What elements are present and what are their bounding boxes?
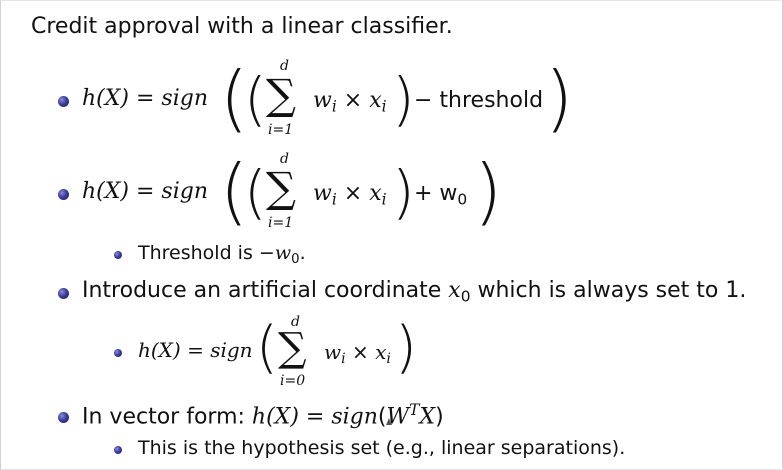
bullet-vector-form xyxy=(58,412,69,423)
eq1-lhs: h(X) = sign xyxy=(82,86,208,111)
eq1-inner-close-paren: ) xyxy=(392,65,415,133)
bullet-eq1 xyxy=(58,96,69,107)
eq2-sigma-icon: ∑ xyxy=(266,163,296,212)
eq2-body: wi × xi xyxy=(313,181,387,209)
eq2-inner-close-paren: ) xyxy=(392,158,415,226)
eq1-tail: − threshold xyxy=(414,88,544,113)
eq1-outer-close-paren: ) xyxy=(545,56,574,140)
eq1-inner-open-paren: ( xyxy=(244,65,267,133)
eq1-sigma-icon: ∑ xyxy=(266,70,296,119)
eq3-body: wi × xi xyxy=(324,340,391,368)
eq3-sum-lower: i=0 xyxy=(280,373,306,389)
eq2-outer-close-paren: ) xyxy=(474,149,503,233)
mouse-cursor-icon xyxy=(386,418,392,425)
threshold-note: Threshold is −w0. xyxy=(138,242,306,267)
bullet-sub-hypothesis xyxy=(114,446,122,454)
coordinate-text: Introduce an artificial coordinate x0 wh… xyxy=(82,278,747,306)
bullet-eq2 xyxy=(58,189,69,200)
eq3-sigma-icon: ∑ xyxy=(278,325,307,371)
bullet-sub-threshold xyxy=(114,251,122,259)
bullet-eq3 xyxy=(114,349,122,357)
eq2-lhs: h(X) = sign xyxy=(82,179,208,204)
hypothesis-note: This is the hypothesis set (e.g., linear… xyxy=(138,437,626,459)
eq2-inner-open-paren: ( xyxy=(244,158,267,226)
eq3-lhs: h(X) = sign xyxy=(138,338,253,362)
eq3-open-paren: ( xyxy=(256,315,278,380)
slide-title: Credit approval with a linear classifier… xyxy=(31,14,453,39)
eq1-body: wi × xi xyxy=(313,88,387,116)
eq2-sum-lower: i=1 xyxy=(268,215,294,231)
eq2-tail: + w0 xyxy=(414,181,468,209)
bullet-coordinate xyxy=(58,288,69,299)
vector-form-text: In vector form: h(X) = sign(WTX) xyxy=(82,401,444,430)
eq3-close-paren: ) xyxy=(395,315,417,380)
eq1-sum-lower: i=1 xyxy=(268,122,294,138)
